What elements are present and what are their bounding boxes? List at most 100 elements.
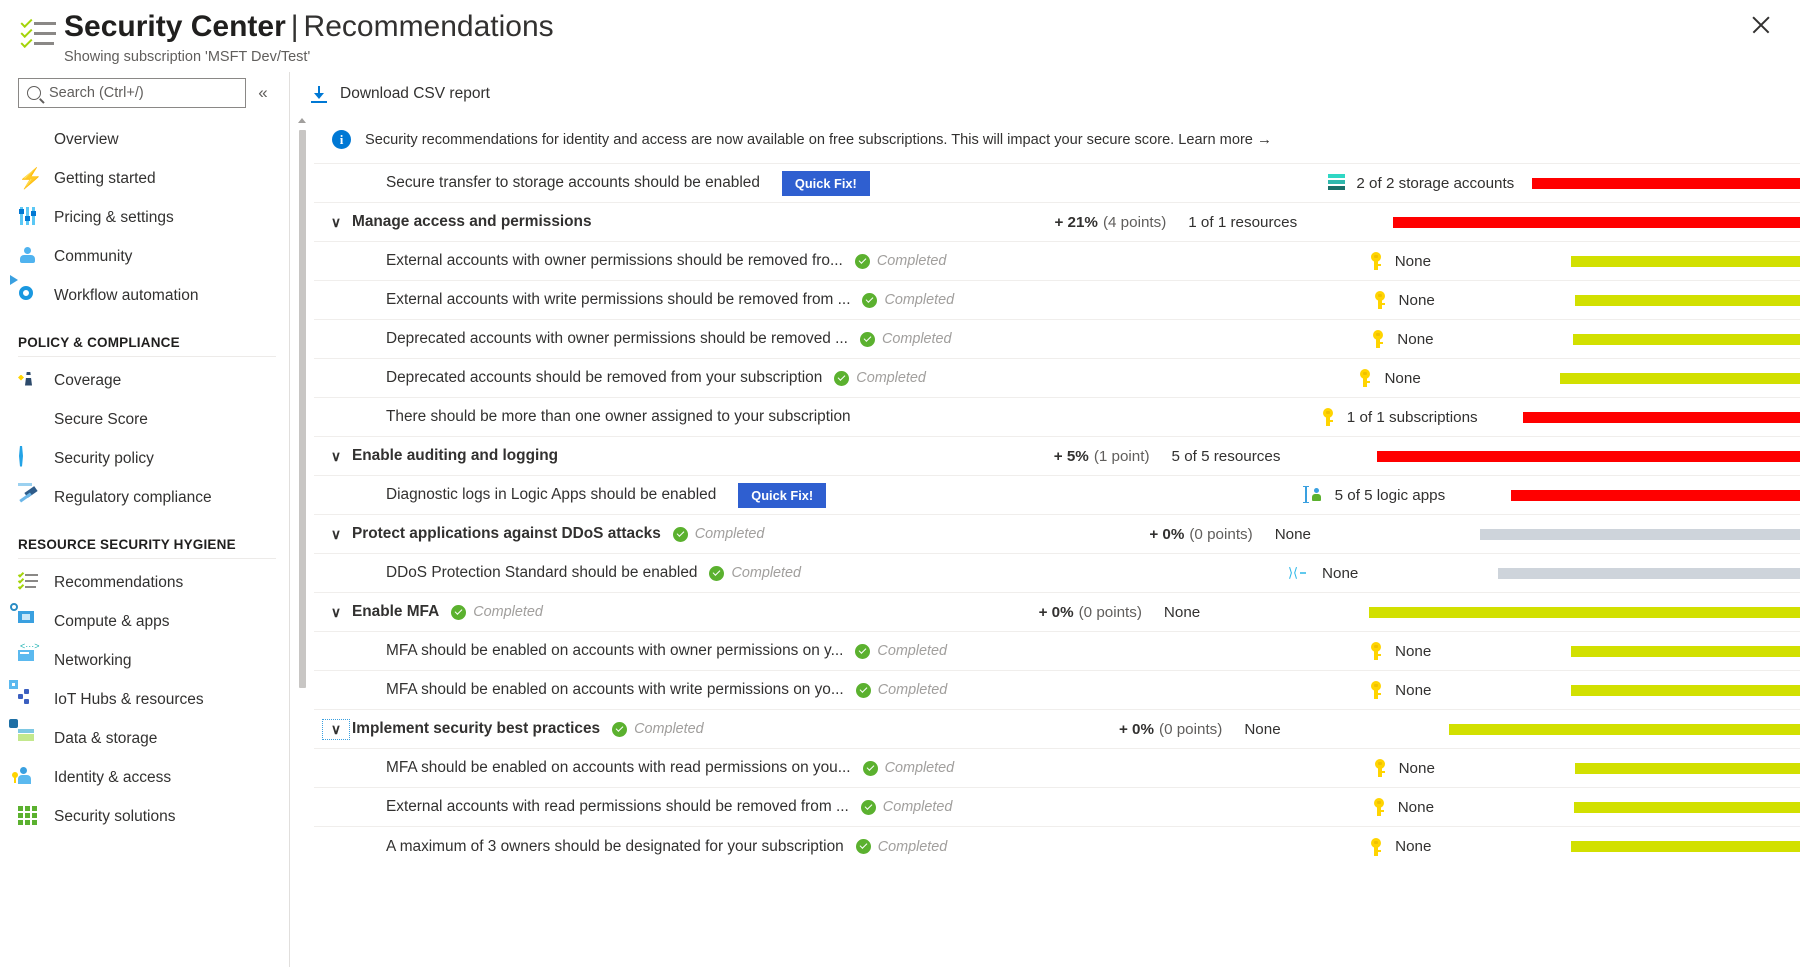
sidebar-item-iot-hubs[interactable]: IoT Hubs & resources: [0, 680, 290, 719]
recommendation-row[interactable]: Secure transfer to storage accounts shou…: [314, 164, 1800, 203]
scroll-up-arrow-icon[interactable]: [298, 118, 306, 123]
recommendation-group-row[interactable]: ∨Enable MFACompleted+ 0%(0 points)None: [314, 593, 1800, 632]
chevron-down-icon[interactable]: ∨: [324, 604, 348, 621]
sidebar-item-identity-access[interactable]: Identity & access: [0, 758, 290, 797]
recommendation-row[interactable]: MFA should be enabled on accounts with w…: [314, 671, 1800, 710]
recommendation-row[interactable]: MFA should be enabled on accounts with o…: [314, 632, 1800, 671]
severity-bar-low: [1571, 685, 1800, 696]
recommendation-row[interactable]: A maximum of 3 owners should be designat…: [314, 827, 1800, 866]
resource-count-label: None: [1398, 799, 1434, 816]
recommendation-name-cell: Secure transfer to storage accounts shou…: [314, 171, 1137, 196]
secure-score-impact-cell: + 21%(4 points): [998, 214, 1178, 231]
recommendation-group-row[interactable]: ∨Protect applications against DDoS attac…: [314, 515, 1800, 554]
recommendation-name-cell: ∨Manage access and permissions: [314, 213, 998, 231]
recommendation-name-cell: A maximum of 3 owners should be designat…: [314, 838, 1176, 856]
completed-status: Completed: [856, 839, 948, 855]
resource-count-cell: None: [1234, 719, 1449, 739]
severity-bar-low: [1449, 724, 1800, 735]
completed-label: Completed: [883, 799, 953, 815]
grid-icon: [18, 806, 40, 828]
recommendation-row[interactable]: External accounts with owner permissions…: [314, 242, 1800, 281]
recommendation-row[interactable]: External accounts with read permissions …: [314, 788, 1800, 827]
score-percent: + 0%: [1039, 604, 1074, 621]
collapse-sidebar-button[interactable]: «: [246, 83, 280, 103]
recommendation-group-row[interactable]: ∨Manage access and permissions+ 21%(4 po…: [314, 203, 1800, 242]
severity-cell: [1560, 373, 1800, 384]
sidebar-item-coverage[interactable]: Coverage: [0, 361, 290, 400]
recommendation-title: External accounts with read permissions …: [314, 798, 849, 816]
sidebar: Search (Ctrl+/) « Overview ⚡ Getting sta…: [0, 72, 290, 967]
command-bar: Download CSV report: [292, 72, 1800, 116]
sidebar-item-regulatory-compliance[interactable]: Regulatory compliance: [0, 478, 290, 517]
recommendation-row[interactable]: Deprecated accounts should be removed fr…: [314, 359, 1800, 398]
recommendation-row[interactable]: Diagnostic logs in Logic Apps should be …: [314, 476, 1800, 515]
recommendation-row[interactable]: DDoS Protection Standard should be enabl…: [314, 554, 1800, 593]
sidebar-item-label: Community: [54, 248, 132, 266]
completed-label: Completed: [878, 839, 948, 855]
sidebar-policy-nav: Coverage Secure Score Security policy Re…: [0, 361, 290, 517]
recommendation-row[interactable]: Deprecated accounts with owner permissio…: [314, 320, 1800, 359]
recommendation-name-cell: Deprecated accounts with owner permissio…: [314, 330, 1178, 348]
recommendation-row[interactable]: External accounts with write permissions…: [314, 281, 1800, 320]
divider: [18, 356, 276, 357]
network-icon: <···>: [18, 650, 40, 672]
completed-label: Completed: [473, 604, 543, 620]
sidebar-section-hygiene: RESOURCE SECURITY HYGIENE: [0, 517, 290, 558]
chevron-down-icon[interactable]: ∨: [324, 448, 348, 465]
page-title-separator: |: [286, 10, 304, 43]
sidebar-item-getting-started[interactable]: ⚡ Getting started: [0, 159, 290, 198]
sidebar-item-overview[interactable]: Overview: [0, 120, 290, 159]
sidebar-item-community[interactable]: Community: [0, 237, 290, 276]
scrollbar-thumb[interactable]: [299, 130, 306, 688]
severity-cell: [1369, 607, 1800, 618]
score-points: (1 point): [1089, 448, 1150, 465]
resource-count-cell: None: [1356, 837, 1571, 857]
completed-status: Completed: [451, 604, 543, 620]
chevron-down-icon[interactable]: ∨: [324, 214, 348, 231]
sidebar-item-data-storage[interactable]: Data & storage: [0, 719, 290, 758]
sidebar-item-secure-score[interactable]: Secure Score: [0, 400, 290, 439]
recommendations-table: i Security recommendations for identity …: [314, 116, 1800, 866]
severity-bar-none: [1498, 568, 1800, 579]
severity-bar-high: [1511, 490, 1800, 501]
learn-more-arrow-icon[interactable]: →: [1253, 131, 1272, 148]
check-circle-icon: [863, 761, 878, 776]
recommendation-row[interactable]: MFA should be enabled on accounts with r…: [314, 749, 1800, 788]
quick-fix-button[interactable]: Quick Fix!: [738, 483, 826, 508]
quick-fix-button[interactable]: Quick Fix!: [782, 171, 870, 196]
sidebar-item-pricing-settings[interactable]: Pricing & settings: [0, 198, 290, 237]
key-icon: [1370, 758, 1391, 778]
severity-cell: [1377, 451, 1800, 462]
close-icon[interactable]: [1744, 8, 1778, 42]
database-icon: [18, 728, 40, 750]
chevron-down-icon[interactable]: ∨: [324, 721, 348, 738]
sidebar-item-recommendations[interactable]: Recommendations: [0, 563, 290, 602]
sidebar-item-security-policy[interactable]: Security policy: [0, 439, 290, 478]
recommendation-group-row[interactable]: ∨Implement security best practicesComple…: [314, 710, 1800, 749]
severity-cell: [1571, 646, 1800, 657]
resource-count-label: None: [1164, 604, 1200, 621]
download-csv-report-button[interactable]: Download CSV report: [302, 81, 498, 107]
sidebar-item-workflow-automation[interactable]: Workflow automation: [0, 276, 290, 315]
score-points: (0 points): [1154, 721, 1222, 738]
resource-count-label: None: [1275, 526, 1311, 543]
recommendation-group-row[interactable]: ∨Enable auditing and logging+ 5%(1 point…: [314, 437, 1800, 476]
severity-bar-high: [1523, 412, 1800, 423]
sidebar-item-networking[interactable]: <···> Networking: [0, 641, 290, 680]
resource-count-cell: None: [1154, 602, 1369, 622]
vertical-scrollbar[interactable]: [296, 116, 308, 851]
ddos-icon: ⟨⟩: [1293, 563, 1314, 583]
search-input[interactable]: Search (Ctrl+/): [18, 78, 246, 108]
recommendation-row[interactable]: There should be more than one owner assi…: [314, 398, 1800, 437]
sidebar-item-label: IoT Hubs & resources: [54, 691, 204, 709]
download-icon: [310, 85, 328, 103]
sidebar-item-compute-apps[interactable]: Compute & apps: [0, 602, 290, 641]
severity-bar-low: [1575, 295, 1800, 306]
recommendation-name-cell: ∨Protect applications against DDoS attac…: [314, 525, 1085, 543]
sidebar-item-label: Security solutions: [54, 808, 175, 826]
score-percent: + 5%: [1054, 448, 1089, 465]
completed-label: Completed: [695, 526, 765, 542]
sidebar-item-security-solutions[interactable]: Security solutions: [0, 797, 290, 836]
chevron-down-icon[interactable]: ∨: [324, 526, 348, 543]
lightning-bolt-icon: ⚡: [18, 169, 40, 189]
